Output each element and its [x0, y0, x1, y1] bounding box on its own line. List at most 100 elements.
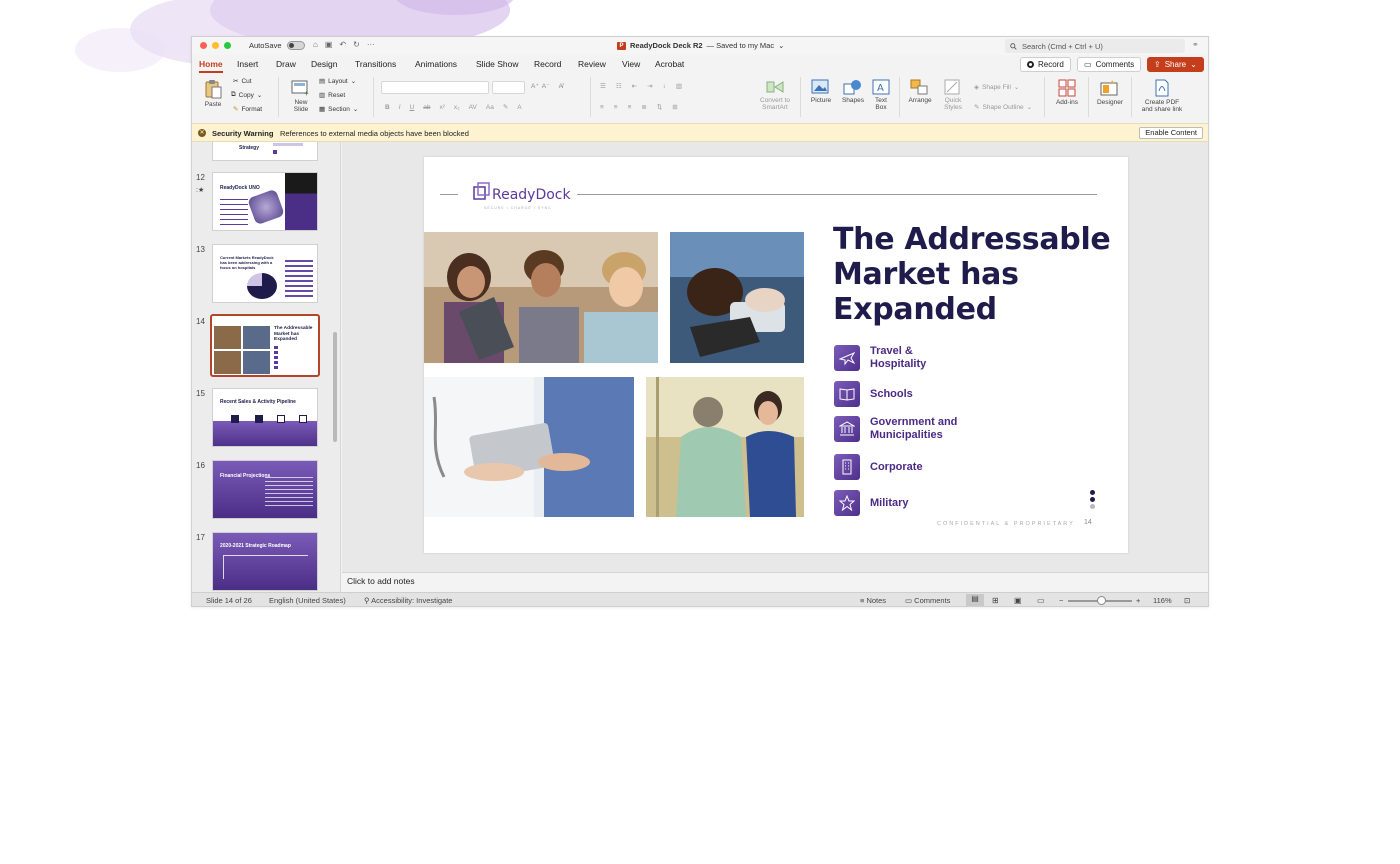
subscript-icon[interactable]: x₂ [454, 104, 460, 111]
slide-sorter-icon[interactable]: ⊞ [992, 596, 999, 605]
tab-draw[interactable]: Draw [276, 59, 296, 69]
strikethrough-icon[interactable]: ab [423, 104, 430, 111]
columns-icon[interactable]: ▥ [676, 82, 682, 90]
increase-indent-icon[interactable]: ⇥ [647, 82, 652, 90]
tab-record[interactable]: Record [534, 59, 561, 69]
line-spacing-icon[interactable]: ↕ [663, 83, 666, 90]
notes-pane[interactable]: Click to add notes [342, 572, 1208, 592]
italic-icon[interactable]: I [399, 104, 401, 111]
layout-button[interactable]: ▤ Layout ⌄ [319, 77, 356, 86]
underline-icon[interactable]: U [410, 104, 415, 111]
notes-toggle[interactable]: ≡ Notes [860, 596, 886, 605]
reading-view-icon[interactable]: ▣ [1014, 596, 1022, 605]
close-warning-icon[interactable]: ✕ [198, 129, 206, 137]
highlight-icon[interactable]: ✎ [503, 103, 508, 111]
char-spacing-icon[interactable]: AV [469, 104, 477, 111]
market-label: Schools [870, 387, 913, 400]
slide-thumbnail-13[interactable]: Current Markets ReadyDock has been addre… [212, 244, 318, 303]
change-case-icon[interactable]: Aa [486, 104, 494, 111]
format-painter-button[interactable]: ✎ Format [233, 105, 262, 114]
autosave-toggle[interactable] [286, 41, 305, 50]
text-box-button[interactable]: A Text Box [868, 79, 894, 111]
save-icon[interactable]: ▣ [325, 40, 333, 49]
paste-button[interactable]: Paste [200, 79, 226, 108]
justify-icon[interactable]: ≣ [641, 103, 646, 111]
font-size-field[interactable] [492, 81, 525, 94]
font-color-icon[interactable]: A [517, 104, 521, 111]
slide-thumbnail-17[interactable]: 2020-2021 Strategic Roadmap [212, 532, 318, 591]
enable-content-button[interactable]: Enable Content [1139, 127, 1203, 139]
picture-button[interactable]: Picture [806, 79, 836, 104]
redo-icon[interactable]: ↻ [353, 40, 360, 49]
slide-canvas[interactable]: ReadyDock SECURE • CHARGE • SYNC The Add… [424, 157, 1128, 553]
zoom-window-button[interactable] [224, 42, 231, 49]
fit-slide-icon[interactable]: ⊡ [1184, 596, 1190, 605]
slide-thumbnail-14-selected[interactable]: The Addressable Market has Expanded [210, 314, 320, 377]
align-center-icon[interactable]: ≡ [614, 104, 618, 111]
tab-acrobat[interactable]: Acrobat [655, 59, 684, 69]
slide-thumbnail-16[interactable]: Financial Projections [212, 460, 318, 519]
designer-button[interactable]: Designer [1094, 79, 1126, 106]
home-icon[interactable]: ⌂ [313, 40, 318, 49]
new-slide-button[interactable]: + New Slide [286, 79, 316, 113]
tab-home[interactable]: Home [199, 59, 223, 73]
decrease-font-icon[interactable]: A⁻ [542, 82, 550, 90]
undo-icon[interactable]: ↶ [339, 40, 346, 49]
picture-icon [811, 79, 829, 94]
accessibility-status[interactable]: ⚲ Accessibility: Investigate [364, 596, 452, 605]
collaborate-icon[interactable]: ⚭ [1192, 40, 1199, 49]
search-box[interactable]: Search (Cmd + Ctrl + U) [1005, 39, 1185, 53]
reset-button[interactable]: ▥ Reset [319, 91, 345, 100]
arrange-button[interactable]: Arrange [904, 79, 936, 104]
zoom-level[interactable]: 116% [1153, 596, 1172, 605]
align-text-icon[interactable]: ⊞ [672, 103, 677, 111]
tab-insert[interactable]: Insert [237, 59, 258, 69]
more-icon[interactable]: ··· [367, 40, 375, 49]
comments-toggle[interactable]: ▭ Comments [905, 596, 950, 605]
superscript-icon[interactable]: x² [439, 104, 444, 111]
tab-view[interactable]: View [622, 59, 640, 69]
add-ins-button[interactable]: Add-ins [1052, 79, 1082, 106]
slide-thumbnail-11[interactable]: Strategy [212, 142, 318, 161]
language-status[interactable]: English (United States) [269, 596, 346, 605]
tab-slide-show[interactable]: Slide Show [476, 59, 519, 69]
convert-smartart-button[interactable]: Convert to SmartArt [754, 79, 796, 111]
bold-icon[interactable]: B [385, 104, 390, 111]
record-button[interactable]: Record [1020, 57, 1071, 72]
tab-transitions[interactable]: Transitions [355, 59, 396, 69]
numbering-icon[interactable]: ☷ [616, 82, 622, 90]
align-right-icon[interactable]: ≡ [628, 104, 632, 111]
quick-styles-button[interactable]: Quick Styles [939, 79, 967, 111]
tab-design[interactable]: Design [311, 59, 337, 69]
increase-font-icon[interactable]: A⁺ [531, 82, 539, 90]
copy-button[interactable]: ⧉ Copy ⌄ [231, 91, 262, 99]
slide-thumbnail-15[interactable]: Recent Sales & Activity Pipeline [212, 388, 318, 447]
zoom-in-icon[interactable]: + [1136, 596, 1140, 605]
bullets-icon[interactable]: ☰ [600, 82, 606, 90]
slide-thumbnail-12[interactable]: ReadyDock UNO [212, 172, 318, 231]
minimize-window-button[interactable] [212, 42, 219, 49]
align-left-icon[interactable]: ≡ [600, 104, 604, 111]
decrease-indent-icon[interactable]: ⇤ [632, 82, 637, 90]
cut-button[interactable]: ✂ Cut [233, 77, 252, 86]
font-name-field[interactable] [381, 81, 489, 94]
zoom-slider-thumb[interactable] [1097, 596, 1106, 605]
shapes-button[interactable]: Shapes [838, 79, 868, 104]
document-title[interactable]: P ReadyDock Deck R2 — Saved to my Mac ⌄ [617, 41, 784, 50]
thumbnail-scrollbar[interactable] [333, 332, 337, 442]
shape-outline-button[interactable]: ✎ Shape Outline ⌄ [974, 103, 1032, 112]
close-window-button[interactable] [200, 42, 207, 49]
text-direction-icon[interactable]: ⇅ [657, 103, 662, 111]
shape-fill-button[interactable]: ◈ Shape Fill ⌄ [974, 83, 1019, 92]
comments-button[interactable]: ▭ Comments [1077, 57, 1142, 72]
section-button[interactable]: ▦ Section ⌄ [319, 105, 358, 114]
zoom-out-icon[interactable]: − [1059, 596, 1063, 605]
tab-review[interactable]: Review [578, 59, 606, 69]
clear-format-icon[interactable]: A̸ [559, 83, 563, 90]
normal-view-icon[interactable]: ▤ [966, 594, 984, 606]
slideshow-icon[interactable]: ▭ [1037, 596, 1045, 605]
slide-title[interactable]: The Addressable Market has Expanded [833, 222, 1113, 327]
create-pdf-button[interactable]: Create PDF and share link [1134, 79, 1190, 113]
tab-animations[interactable]: Animations [415, 59, 457, 69]
share-button[interactable]: ⇪ Share ⌄ [1147, 57, 1204, 72]
